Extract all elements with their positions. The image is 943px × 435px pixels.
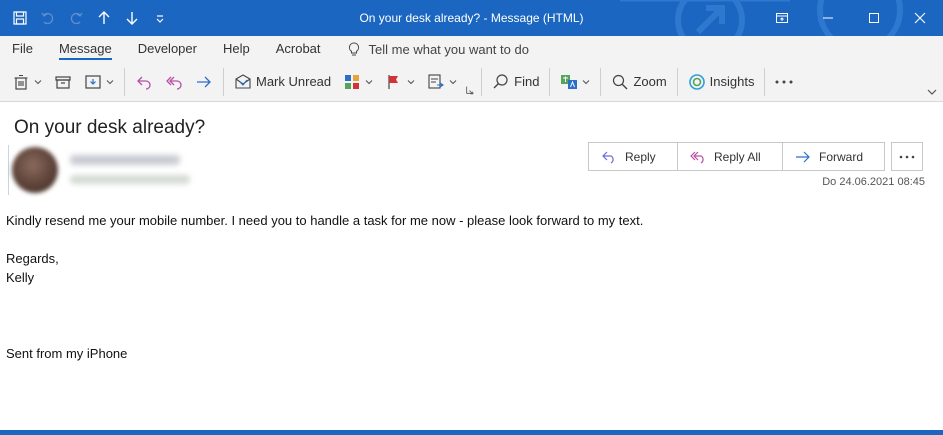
avatar [12,147,58,193]
minimize-button[interactable] [805,0,851,36]
categorize-icon [345,74,360,89]
tab-help[interactable]: Help [223,36,250,62]
move-to-folder-icon [85,74,101,89]
more-options-icon [899,155,915,158]
ribbon-reply-all-button[interactable] [159,67,189,97]
chevron-down-icon [583,79,590,84]
ribbon-separator [223,67,224,96]
tab-developer[interactable]: Developer [138,36,197,62]
rules-icon [428,73,445,89]
translate-button[interactable] [554,67,596,97]
reply-icon [137,76,151,90]
zoom-label: Zoom [633,74,667,89]
tell-me-label: Tell me what you want to do [368,41,529,57]
tab-message[interactable]: Message [58,36,112,62]
ribbon-separator [676,67,678,96]
insights-button[interactable]: Insights [682,67,761,97]
dialog-launcher-icon [466,86,474,94]
move-button[interactable] [78,67,120,97]
find-button[interactable]: Find [486,67,545,97]
ribbon: Mark Unread Find Zoom Insights [0,62,943,102]
sender-name-redacted [70,155,180,165]
menu-bar: File Message Developer Help Acrobat Tell… [0,36,943,62]
tab-file[interactable]: File [12,36,33,62]
body-line: Regards, [6,251,59,266]
reply-all-button[interactable]: Reply All [677,142,783,171]
reply-all-icon [166,76,182,90]
zoom-button[interactable]: Zoom [605,67,672,97]
archive-icon [55,75,71,89]
collapse-ribbon-icon[interactable] [927,87,937,97]
find-label: Find [514,74,540,89]
reply-all-icon [690,151,704,164]
ribbon-forward-button[interactable] [189,67,219,97]
reply-icon [602,151,614,164]
sender-info [8,145,198,197]
categorize-button[interactable] [337,67,379,97]
body-signature: Sent from my iPhone [6,346,128,361]
follow-up-button[interactable] [379,67,421,97]
reply-label: Reply [625,149,656,164]
ribbon-separator [764,67,766,96]
chevron-down-icon [449,79,457,84]
tab-acrobat[interactable]: Acrobat [276,36,321,62]
minimize-icon [823,17,833,19]
chevron-down-icon [34,79,42,84]
search-icon [493,73,508,88]
ribbon-reply-button[interactable] [129,67,159,97]
ribbon-more-button[interactable] [769,67,799,97]
tell-me-search[interactable]: Tell me what you want to do [347,42,529,57]
ribbon-separator [600,67,602,96]
forward-label: Forward [819,149,864,164]
archive-button[interactable] [48,67,78,97]
forward-icon [796,151,810,162]
mark-unread-icon [235,73,251,89]
more-actions-button[interactable] [891,142,923,171]
rules-button[interactable] [421,67,463,97]
close-button[interactable] [897,0,943,36]
bottom-border [0,430,943,435]
mark-unread-label: Mark Unread [256,74,332,89]
chevron-down-icon [407,79,415,84]
message-subject: On your desk already? [14,117,206,138]
delete-button[interactable] [6,67,48,97]
message-actions: Reply Reply All Forward [588,142,885,171]
ribbon-separator [549,67,551,96]
chevron-down-icon [365,79,373,84]
title-bar: On your desk already? - Message (HTML) [0,0,943,36]
close-icon [914,12,926,24]
body-line: Kindly resend me your mobile number. I n… [6,213,644,228]
reply-all-label: Reply All [714,149,761,164]
lightbulb-icon [348,42,359,56]
sender-address-redacted [70,175,190,184]
insights-icon [688,73,705,90]
more-options-icon [775,80,793,83]
group-launcher[interactable] [463,69,477,95]
ribbon-separator [481,67,483,96]
zoom-icon [613,74,628,89]
ribbon-display-options-button[interactable] [759,0,805,36]
reply-button[interactable]: Reply [588,142,678,171]
ribbon-display-icon [776,13,788,23]
forward-button[interactable]: Forward [782,142,885,171]
chevron-down-icon [106,79,114,84]
message-date: Do 24.06.2021 08:45 [822,176,925,188]
mark-unread-button[interactable]: Mark Unread [228,67,337,97]
maximize-button[interactable] [851,0,897,36]
maximize-icon [869,13,879,23]
body-line: Kelly [6,270,35,285]
forward-icon [197,76,211,87]
insights-label: Insights [709,74,755,89]
trash-icon [14,74,28,90]
translate-icon [561,74,578,89]
ribbon-separator [124,67,125,96]
flag-icon [388,74,399,89]
